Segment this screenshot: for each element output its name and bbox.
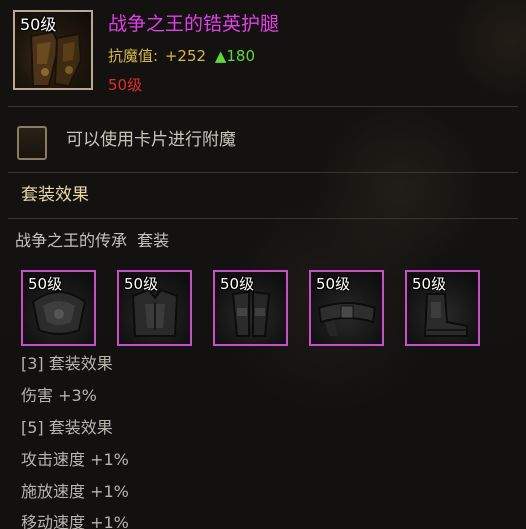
required-level: 50级: [108, 76, 143, 94]
set-piece-shoulder[interactable]: 50级: [21, 270, 96, 346]
stat-base-value: +252: [164, 47, 207, 65]
set-bonus-line: 伤害 +3%: [21, 386, 97, 405]
set-bonus-line: 移动速度 +1%: [21, 513, 129, 529]
item-name: 战争之王的锆英护腿: [108, 13, 280, 35]
item-icon-slot[interactable]: 50级: [13, 10, 93, 90]
piece-level-tag: 50级: [316, 275, 351, 293]
set-bonus-line: 攻击速度 +1%: [21, 450, 129, 469]
divider: [8, 172, 518, 173]
magic-resist-stat: 抗魔值: +252 ▲180: [108, 45, 255, 67]
set-bonus-line: [3] 套装效果: [21, 354, 113, 373]
divider: [8, 218, 518, 219]
set-piece-legs[interactable]: 50级: [213, 270, 288, 346]
set-bonus-line: [5] 套装效果: [21, 418, 113, 437]
set-piece-boots[interactable]: 50级: [405, 270, 480, 346]
piece-level-tag: 50级: [124, 275, 159, 293]
set-bonus-line: 施放速度 +1%: [21, 482, 129, 501]
set-name: 战争之王的传承 套装: [15, 231, 170, 250]
set-effect-header: 套装效果: [21, 185, 89, 205]
item-level-tag: 50级: [20, 15, 57, 34]
set-piece-belt[interactable]: 50级: [309, 270, 384, 346]
piece-level-tag: 50级: [220, 275, 255, 293]
set-piece-chest[interactable]: 50级: [117, 270, 192, 346]
enchant-hint: 可以使用卡片进行附魔: [66, 130, 236, 150]
leg-armor-icon: [29, 30, 83, 88]
item-tooltip: 50级 战争之王的锆英护腿 抗魔值: +252 ▲180 50级 可以使用卡片进…: [0, 0, 526, 529]
piece-level-tag: 50级: [28, 275, 63, 293]
card-slot-icon[interactable]: [17, 126, 47, 160]
stat-label: 抗魔值:: [108, 47, 159, 65]
stat-bonus-value: ▲180: [214, 47, 255, 65]
piece-level-tag: 50级: [412, 275, 447, 293]
divider: [8, 106, 518, 107]
